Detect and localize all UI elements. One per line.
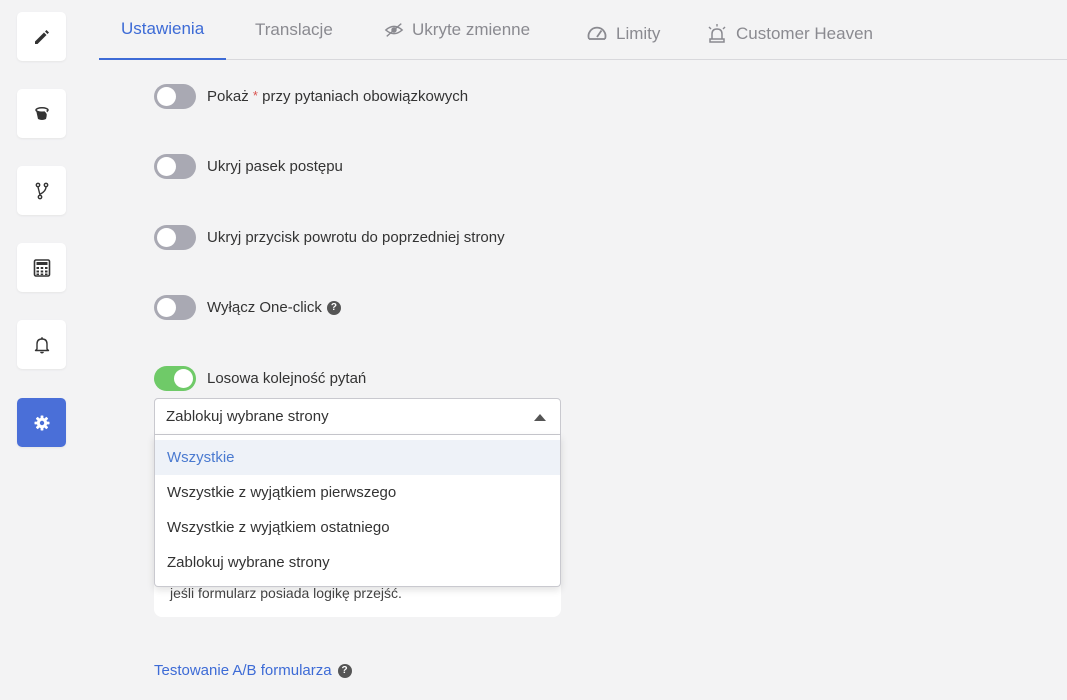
tab-customer-heaven[interactable]: Customer Heaven — [706, 4, 873, 64]
random-order-select[interactable]: Zablokuj wybrane strony — [154, 398, 561, 435]
eye-slash-icon — [384, 23, 404, 37]
select-option[interactable]: Wszystkie z wyjątkiem ostatniego — [155, 510, 560, 545]
tab-limits[interactable]: Limity — [586, 4, 660, 64]
random-order-toggle[interactable] — [154, 366, 196, 391]
select-option[interactable]: Wszystkie — [155, 440, 560, 475]
tab-translations-label: Translacje — [255, 20, 333, 39]
sidebar-item-logic[interactable] — [17, 166, 66, 215]
hide-progress-label: Ukryj pasek postępu — [207, 158, 343, 175]
tab-settings[interactable]: Ustawienia — [99, 0, 227, 60]
tab-hidden-variables-label: Ukryte zmienne — [412, 20, 531, 39]
disable-oneclick-toggle[interactable] — [154, 295, 196, 320]
gear-icon — [34, 415, 49, 430]
setting-hide-progress: Ukryj pasek postępu — [154, 154, 343, 179]
tab-hidden-variables[interactable]: Ukryte zmienne — [384, 0, 530, 60]
hide-back-label: Ukryj przycisk powrotu do poprzedniej st… — [207, 229, 505, 246]
select-option[interactable]: Zablokuj wybrane strony — [155, 545, 560, 580]
ab-testing-link[interactable]: Testowanie A/B formularza ? — [154, 662, 352, 679]
select-value: Zablokuj wybrane strony — [166, 408, 329, 425]
setting-hide-back: Ukryj przycisk powrotu do poprzedniej st… — [154, 225, 505, 250]
tab-bar: Ustawienia Translacje Ukryte zmienne Lim… — [99, 0, 1067, 60]
sidebar-item-notifications[interactable] — [17, 320, 66, 369]
disable-oneclick-label: Wyłącz One-click — [207, 299, 322, 316]
alarm-light-icon — [708, 24, 726, 43]
paint-bucket-icon — [34, 106, 49, 120]
hide-back-toggle[interactable] — [154, 225, 196, 250]
speedometer-icon — [587, 26, 607, 40]
sidebar — [0, 0, 82, 700]
caret-up-icon — [534, 414, 546, 421]
setting-random-order: Losowa kolejność pytań — [154, 366, 366, 391]
ab-testing-label: Testowanie A/B formularza — [154, 662, 332, 679]
sidebar-item-edit[interactable] — [17, 12, 66, 61]
tab-settings-label: Ustawienia — [121, 19, 205, 38]
setting-disable-oneclick: Wyłącz One-click ? — [154, 295, 341, 320]
required-mark-label: Pokaż * przy pytaniach obowiązkowych — [207, 88, 469, 105]
branch-icon — [35, 182, 48, 199]
help-icon[interactable]: ? — [326, 300, 341, 315]
select-dropdown: Wszystkie Wszystkie z wyjątkiem pierwsze… — [154, 435, 561, 587]
tab-limits-label: Limity — [616, 24, 661, 43]
select-option[interactable]: Wszystkie z wyjątkiem pierwszego — [155, 475, 560, 510]
setting-required-mark: Pokaż * przy pytaniach obowiązkowych — [154, 84, 468, 109]
info-text: jeśli formularz posiada logikę przejść. — [170, 585, 402, 601]
tab-customer-heaven-label: Customer Heaven — [736, 24, 874, 43]
bell-icon — [34, 336, 49, 353]
help-icon[interactable]: ? — [337, 663, 352, 678]
required-mark-toggle[interactable] — [154, 84, 196, 109]
sidebar-item-calculator[interactable] — [17, 243, 66, 292]
pencil-icon — [34, 29, 49, 44]
random-order-label: Losowa kolejność pytań — [207, 370, 367, 387]
sidebar-item-style[interactable] — [17, 89, 66, 138]
hide-progress-toggle[interactable] — [154, 154, 196, 179]
calculator-icon — [33, 258, 50, 277]
tab-translations[interactable]: Translacje — [255, 0, 333, 60]
sidebar-item-settings[interactable] — [17, 398, 66, 447]
